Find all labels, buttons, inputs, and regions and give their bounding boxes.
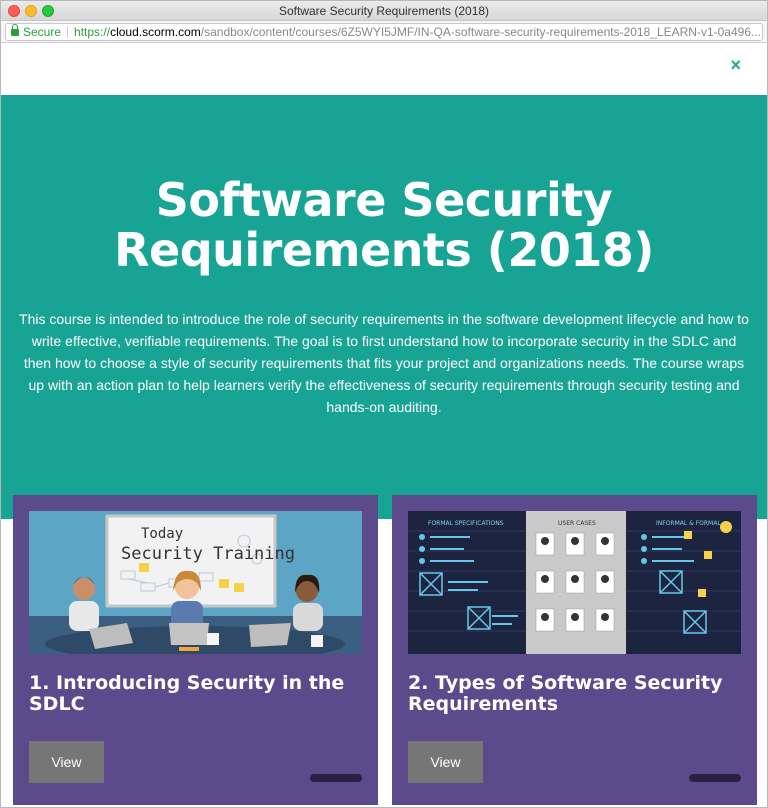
close-icon[interactable]: × <box>730 55 741 76</box>
thumb-text-today: Today <box>141 526 183 542</box>
progress-indicator <box>310 774 362 782</box>
module-card: FORMAL SPECIFICATIONS USER CASES INFORMA… <box>392 495 757 805</box>
view-button[interactable]: View <box>29 741 104 783</box>
url-field[interactable]: Secure https://cloud.scorm.com/sandbox/co… <box>5 23 763 41</box>
address-bar: Secure https://cloud.scorm.com/sandbox/co… <box>1 21 767 43</box>
course-hero: Software Security Requirements (2018) Th… <box>1 95 767 519</box>
thumb-label-user-cases: USER CASES <box>558 520 596 527</box>
module-list: Today Security Training 1. Introducing S… <box>13 495 757 805</box>
view-button[interactable]: View <box>408 741 483 783</box>
module-card: Today Security Training 1. Introducing S… <box>13 495 378 805</box>
title-bar: Software Security Requirements (2018) <box>1 1 767 21</box>
thumb-label-informal: INFORMAL & FORMAL <box>656 520 721 527</box>
thumb-label-formal: FORMAL SPECIFICATIONS <box>428 520 504 527</box>
browser-window: Software Security Requirements (2018) Se… <box>0 0 768 808</box>
module-title: 1. Introducing Security in the SDLC <box>29 672 345 715</box>
secure-label: Secure <box>23 25 62 39</box>
lock-icon <box>11 24 19 36</box>
module-title: 2. Types of Software Security Requiremen… <box>408 672 723 715</box>
thumb-text-security-training: Security Training <box>121 544 295 564</box>
url-host: cloud.scorm.com <box>110 25 201 39</box>
modal-header <box>1 43 767 95</box>
course-title: Software Security Requirements (2018) <box>114 173 654 277</box>
course-description: This course is intended to introduce the… <box>19 311 749 415</box>
module-thumbnail: FORMAL SPECIFICATIONS USER CASES INFORMA… <box>408 511 741 654</box>
window-title: Software Security Requirements (2018) <box>278 4 490 18</box>
module-thumbnail: Today Security Training <box>29 511 362 654</box>
progress-indicator <box>689 774 741 782</box>
requirements-types-illustration: FORMAL SPECIFICATIONS USER CASES INFORMA… <box>408 511 741 654</box>
url-scheme: https:// <box>74 25 111 39</box>
security-training-illustration: Today Security Training <box>29 511 362 654</box>
url-path: /sandbox/content/courses/6Z5WYI5JMF/IN-Q… <box>200 25 761 39</box>
url-separator <box>67 26 69 38</box>
